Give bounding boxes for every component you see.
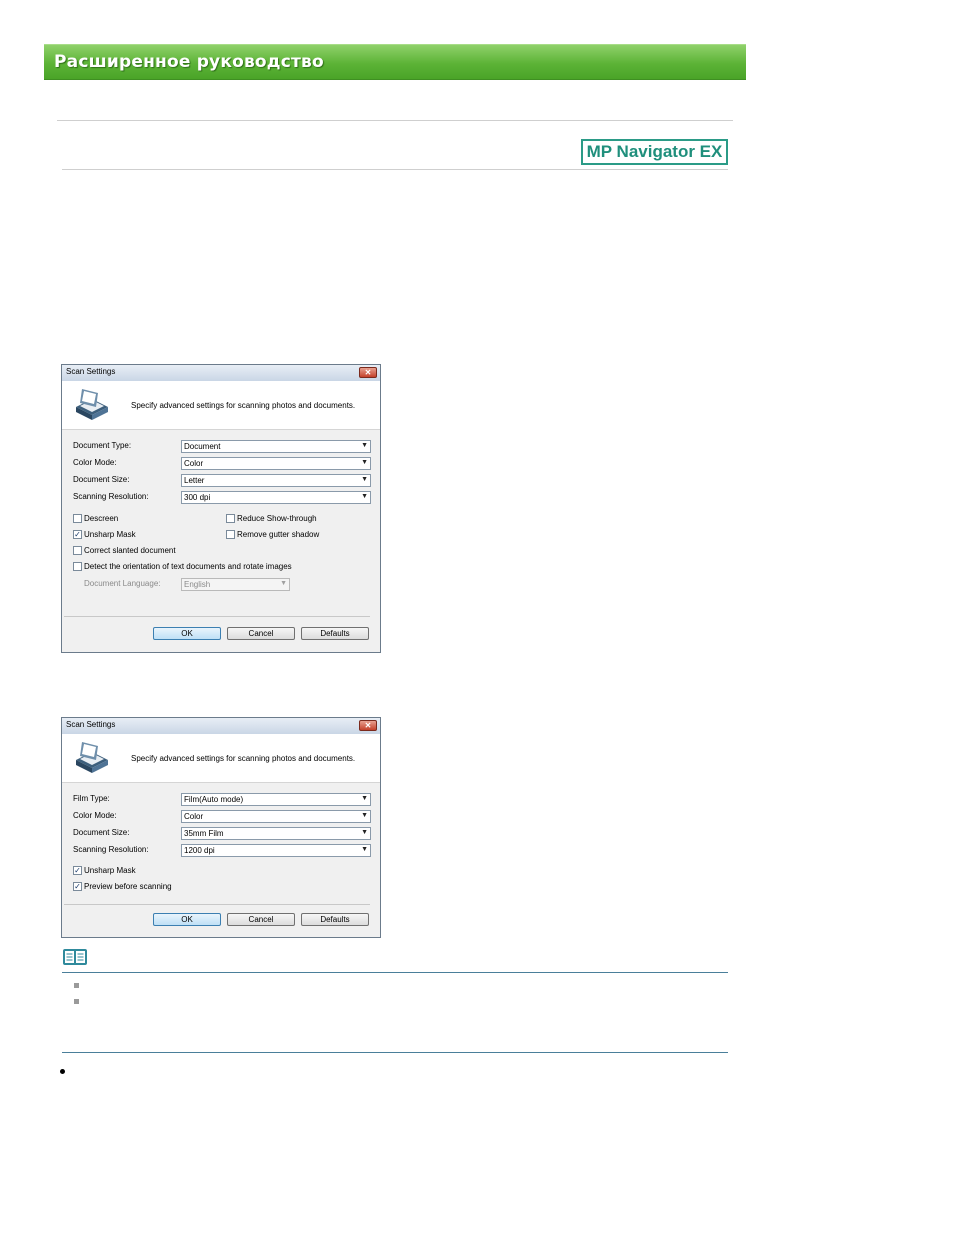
note-bullet — [74, 999, 79, 1004]
chevron-down-icon: ▼ — [361, 829, 368, 836]
document-language-select: English ▼ — [181, 578, 290, 591]
dialog-titlebar: Scan Settings ✕ — [62, 718, 380, 735]
close-button[interactable]: ✕ — [359, 720, 377, 731]
unsharp-mask-checkbox[interactable]: ✓ — [73, 530, 82, 539]
document-size-label: Document Size: — [73, 828, 130, 837]
dialog-header-text: Specify advanced settings for scanning p… — [131, 401, 356, 410]
logo-divider — [62, 169, 728, 170]
dialog-separator — [64, 616, 370, 617]
correct-slanted-label: Correct slanted document — [84, 546, 176, 555]
scanning-resolution-select[interactable]: 1200 dpi ▼ — [181, 844, 371, 857]
document-type-select[interactable]: Document ▼ — [181, 440, 371, 453]
dialog-header-text: Specify advanced settings for scanning p… — [131, 754, 356, 763]
correct-slanted-checkbox[interactable] — [73, 546, 82, 555]
dialog-title: Scan Settings — [66, 720, 116, 729]
color-mode-value: Color — [184, 459, 204, 468]
cancel-button[interactable]: Cancel — [227, 913, 295, 926]
chevron-down-icon: ▼ — [361, 459, 368, 466]
document-language-value: English — [184, 580, 211, 589]
dialog-separator — [64, 904, 370, 905]
scan-settings-dialog-film: Scan Settings ✕ Specify advanced setting… — [61, 717, 381, 938]
note-bullet — [74, 983, 79, 988]
dialog-titlebar: Scan Settings ✕ — [62, 365, 380, 382]
reduce-show-through-label: Reduce Show-through — [237, 514, 317, 523]
chevron-down-icon: ▼ — [361, 812, 368, 819]
remove-gutter-shadow-label: Remove gutter shadow — [237, 530, 320, 539]
scan-settings-dialog-document: Scan Settings ✕ Specify advanced setting… — [61, 364, 381, 653]
note-bottom-rule — [62, 1052, 728, 1053]
color-mode-label: Color Mode: — [73, 458, 117, 467]
document-size-value: 35mm Film — [184, 829, 224, 838]
scanner-icon — [76, 742, 108, 773]
note-top-rule — [62, 972, 728, 973]
detect-orientation-checkbox[interactable] — [73, 562, 82, 571]
chevron-down-icon: ▼ — [361, 476, 368, 483]
chevron-down-icon: ▼ — [361, 493, 368, 500]
chevron-down-icon: ▼ — [280, 580, 287, 587]
dialog-header: Specify advanced settings for scanning p… — [62, 381, 380, 430]
film-type-select[interactable]: Film(Auto mode) ▼ — [181, 793, 371, 806]
descreen-checkbox[interactable] — [73, 514, 82, 523]
document-language-label: Document Language: — [84, 579, 161, 588]
close-button[interactable]: ✕ — [359, 367, 377, 378]
remove-gutter-shadow-checkbox[interactable] — [226, 530, 235, 539]
chevron-down-icon: ▼ — [361, 442, 368, 449]
top-divider — [57, 120, 733, 121]
guide-title: Расширенное руководство — [54, 52, 324, 72]
preview-before-scanning-checkbox[interactable]: ✓ — [73, 882, 82, 891]
color-mode-label: Color Mode: — [73, 811, 117, 820]
scanning-resolution-value: 300 dpi — [184, 493, 211, 502]
color-mode-select[interactable]: Color ▼ — [181, 810, 371, 823]
guide-banner: Расширенное руководство — [44, 44, 746, 80]
detect-orientation-label: Detect the orientation of text documents… — [84, 562, 292, 571]
dialog-header: Specify advanced settings for scanning p… — [62, 734, 380, 783]
unsharp-mask-label: Unsharp Mask — [84, 530, 136, 539]
scanning-resolution-value: 1200 dpi — [184, 846, 215, 855]
color-mode-select[interactable]: Color ▼ — [181, 457, 371, 470]
scanning-resolution-select[interactable]: 300 dpi ▼ — [181, 491, 371, 504]
cancel-button[interactable]: Cancel — [227, 627, 295, 640]
film-type-value: Film(Auto mode) — [184, 795, 244, 804]
chevron-down-icon: ▼ — [361, 795, 368, 802]
document-type-label: Document Type: — [73, 441, 132, 450]
reduce-show-through-checkbox[interactable] — [226, 514, 235, 523]
document-size-select[interactable]: Letter ▼ — [181, 474, 371, 487]
chevron-down-icon: ▼ — [361, 846, 368, 853]
unsharp-mask-checkbox[interactable]: ✓ — [73, 866, 82, 875]
scanning-resolution-label: Scanning Resolution: — [73, 845, 149, 854]
document-size-label: Document Size: — [73, 475, 130, 484]
document-type-value: Document — [184, 442, 221, 451]
color-mode-value: Color — [184, 812, 204, 821]
scanning-resolution-label: Scanning Resolution: — [73, 492, 149, 501]
note-book-icon — [63, 949, 87, 965]
list-bullet — [60, 1069, 65, 1074]
document-size-select[interactable]: 35mm Film ▼ — [181, 827, 371, 840]
mp-navigator-logo: MP Navigator EX — [581, 139, 728, 165]
ok-button[interactable]: OK — [153, 627, 221, 640]
logo-label: MP Navigator EX — [586, 142, 723, 161]
descreen-label: Descreen — [84, 514, 119, 523]
document-size-value: Letter — [184, 476, 205, 485]
film-type-label: Film Type: — [73, 794, 110, 803]
ok-button[interactable]: OK — [153, 913, 221, 926]
dialog-title: Scan Settings — [66, 367, 116, 376]
scanner-icon — [76, 389, 108, 420]
preview-before-scanning-label: Preview before scanning — [84, 882, 172, 891]
unsharp-mask-label: Unsharp Mask — [84, 866, 136, 875]
defaults-button[interactable]: Defaults — [301, 913, 369, 926]
defaults-button[interactable]: Defaults — [301, 627, 369, 640]
